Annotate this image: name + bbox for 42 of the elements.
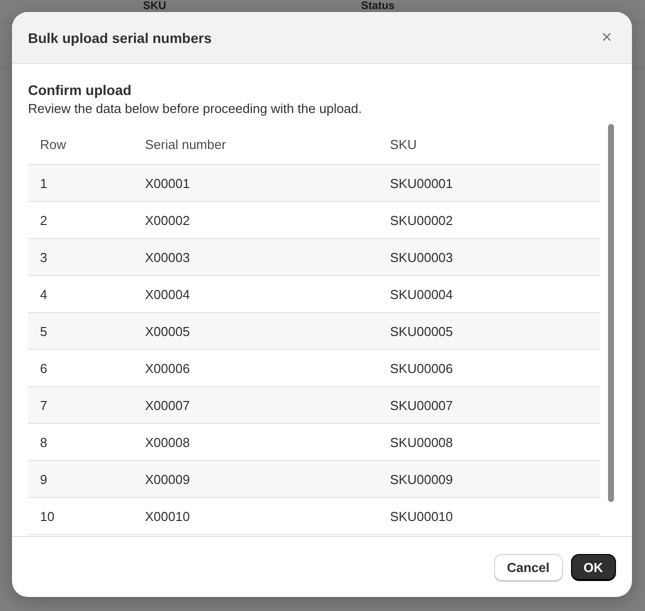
table-cell-text: X00007 [145,398,191,412]
table-cell-text: 9 [40,472,48,486]
column-header: Serial number [145,136,227,152]
table-cell-text: X00001 [145,176,191,190]
table-cell-text: 3 [40,250,48,264]
table-cell-text: SKU00007 [390,398,454,412]
table-cell-text: X00002 [145,212,191,228]
dialog-title: Bulk upload serial numbers [28,30,212,46]
close-button[interactable]: × [597,27,616,48]
table-cell-text: X00004 [145,286,191,302]
table-cell-text: SKU00004 [390,286,454,302]
table-cell-text: SKU00009 [390,472,454,486]
table-cell-text: X00006 [145,360,191,376]
column-header: SKU [390,136,418,152]
table-cell-text: SKU00010 [390,508,454,524]
ok-button[interactable]: OK [570,554,616,580]
cancel-button[interactable]: Cancel [494,554,562,580]
column-header: SKU [143,0,166,12]
table-cell-text: SKU00008 [390,434,454,450]
table-cell-text: X00009 [145,472,191,486]
table-cell-text: SKU00002 [390,212,454,228]
table-cell-text: X00008 [145,434,191,450]
column-header: Status [361,0,395,12]
table-cell-text: 1 [40,176,48,190]
table-cell-text: SKU00005 [390,324,454,338]
table-cell-text: 2 [40,212,48,228]
table-cell-text: 6 [40,360,48,376]
table-cell-text: 8 [40,434,48,450]
table-cell-text: X00003 [145,250,191,264]
table-cell-text: 4 [40,286,48,302]
description: Review the data below before proceeding with the upload. [28,100,363,118]
table-cell-text: SKU00001 [390,176,454,190]
table-cell-text: 5 [40,324,48,338]
table-cell-text: SKU00003 [390,250,454,264]
table-cell-text: SKU00006 [390,360,454,376]
table-cell-text: X00005 [145,324,191,338]
table-cell-text: X00010 [145,508,191,524]
table-cell-text: 10 [40,508,56,524]
column-header: Row [40,136,68,152]
scrollbar[interactable] [608,124,614,502]
table-cell-text: 7 [40,398,48,412]
section-heading: Confirm upload [28,81,132,100]
